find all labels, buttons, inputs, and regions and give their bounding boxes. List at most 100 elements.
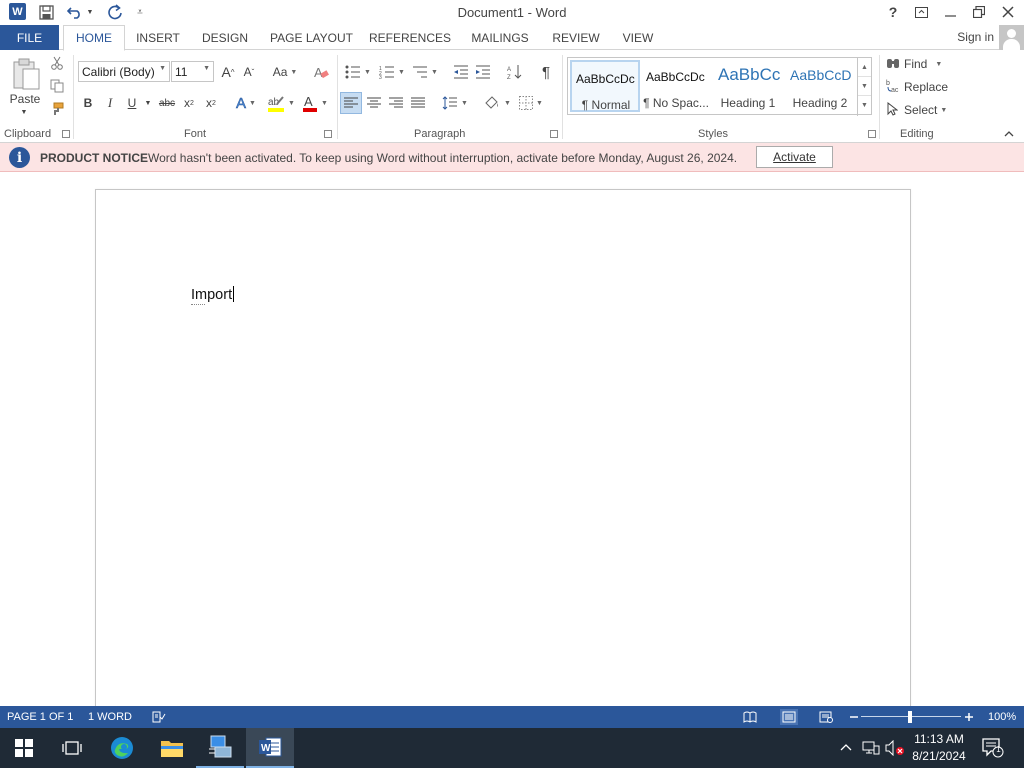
network-app-icon[interactable] [196, 728, 244, 768]
chevron-down-icon[interactable]: ▼ [858, 77, 871, 96]
tab-home[interactable]: HOME [63, 25, 125, 51]
document-body-text[interactable]: Import [191, 286, 235, 303]
underline-dropdown-icon[interactable]: ▼ [143, 94, 153, 112]
bullets-icon[interactable]: ▼ [343, 63, 373, 81]
ribbon-display-options-icon[interactable] [910, 2, 932, 22]
show-formatting-icon[interactable]: ¶ [537, 63, 555, 81]
tab-page-layout[interactable]: PAGE LAYOUT [264, 25, 359, 50]
zoom-out-icon[interactable] [846, 709, 862, 725]
web-layout-icon[interactable] [818, 709, 834, 725]
font-size-box[interactable]: 11 ▼ [171, 61, 214, 82]
zoom-level[interactable]: 100% [988, 711, 1016, 723]
align-right-icon[interactable] [387, 94, 405, 112]
cut-icon[interactable] [49, 55, 65, 71]
style-heading-1[interactable]: AaBbCc Heading 1 [714, 60, 784, 112]
select-button[interactable]: Select ▼ [886, 100, 947, 120]
bold-icon[interactable]: B [81, 94, 95, 112]
start-button[interactable] [0, 728, 48, 768]
redo-icon[interactable] [106, 3, 124, 21]
document-page[interactable]: Import [95, 189, 911, 709]
copy-icon[interactable] [49, 78, 65, 94]
page-count[interactable]: PAGE 1 OF 1 [7, 711, 73, 723]
more-styles-icon[interactable]: ▼ [858, 96, 871, 115]
chevron-up-icon[interactable]: ▲ [858, 58, 871, 77]
proofing-icon[interactable] [151, 709, 167, 725]
justify-icon[interactable] [409, 94, 427, 112]
strikethrough-icon[interactable]: abc [157, 94, 177, 112]
paste-dropdown-icon[interactable]: ▼ [18, 107, 30, 117]
document-area[interactable]: Import [0, 173, 1024, 709]
customize-toolbar-icon[interactable]: ⩡ [131, 3, 149, 21]
style-no-spacing[interactable]: AaBbCcDc ¶ No Spac... [642, 60, 712, 112]
chevron-up-icon[interactable] [840, 740, 852, 755]
tab-insert[interactable]: INSERT [130, 25, 186, 50]
numbering-icon[interactable]: 1 2 3 ▼ [376, 63, 408, 81]
collapse-ribbon-icon[interactable] [1002, 127, 1016, 139]
styles-launcher-icon[interactable] [868, 130, 876, 138]
multilevel-list-icon[interactable]: ▼ [410, 63, 440, 81]
print-layout-icon[interactable] [780, 709, 798, 725]
word-taskbar-icon[interactable]: W [246, 728, 294, 768]
undo-dropdown-icon[interactable]: ▼ [85, 3, 95, 21]
save-icon[interactable] [37, 3, 55, 21]
shading-icon[interactable]: ▼ [481, 94, 513, 112]
increase-indent-icon[interactable] [474, 63, 492, 81]
word-count[interactable]: 1 WORD [88, 711, 132, 723]
tab-design[interactable]: DESIGN [194, 25, 256, 50]
tab-references[interactable]: REFERENCES [366, 25, 454, 50]
font-launcher-icon[interactable] [324, 130, 332, 138]
paste-button[interactable]: Paste [6, 91, 44, 107]
style-heading-2[interactable]: AaBbCcD Heading 2 [786, 60, 856, 112]
volume-muted-icon[interactable] [885, 739, 905, 759]
change-case-button[interactable]: Aa ▼ [270, 63, 300, 81]
paste-icon[interactable] [8, 56, 44, 92]
notifications-icon[interactable]: 1 [982, 738, 1004, 758]
tab-mailings[interactable]: MAILINGS [462, 25, 538, 50]
subscript-icon[interactable]: x2 [180, 94, 198, 112]
avatar[interactable] [999, 25, 1024, 50]
zoom-slider-thumb[interactable] [908, 711, 912, 723]
align-center-icon[interactable] [365, 94, 383, 112]
style-normal[interactable]: AaBbCcDc ¶ Normal [570, 60, 640, 112]
network-icon[interactable] [862, 740, 880, 759]
replace-button[interactable]: b ac Replace [886, 77, 948, 97]
paragraph-launcher-icon[interactable] [550, 130, 558, 138]
file-explorer-icon[interactable] [148, 728, 196, 768]
underline-icon[interactable]: U [125, 94, 139, 112]
read-mode-icon[interactable] [742, 709, 758, 725]
tab-review[interactable]: REVIEW [546, 25, 606, 50]
minimize-icon[interactable] [939, 2, 961, 22]
chevron-down-icon[interactable]: ▼ [159, 65, 166, 72]
superscript-icon[interactable]: x2 [202, 94, 220, 112]
word-app-icon[interactable]: W [9, 3, 26, 20]
sign-in-link[interactable]: Sign in [957, 30, 994, 44]
italic-icon[interactable]: I [103, 94, 117, 112]
clear-formatting-icon[interactable]: A [312, 63, 330, 81]
text-effects-icon[interactable]: A ▼ [232, 94, 260, 112]
activate-button[interactable]: Activate [756, 146, 833, 168]
shrink-font-icon[interactable]: Aˇ [240, 63, 258, 81]
line-spacing-icon[interactable]: ▼ [440, 94, 470, 112]
undo-icon[interactable] [66, 3, 84, 21]
taskbar-clock[interactable]: 11:13 AM 8/21/2024 [905, 731, 973, 765]
edge-browser-icon[interactable] [98, 728, 146, 768]
help-button[interactable]: ? [882, 2, 904, 22]
clipboard-launcher-icon[interactable] [62, 130, 70, 138]
close-icon[interactable] [997, 2, 1019, 22]
borders-icon[interactable]: ▼ [515, 94, 547, 112]
grow-font-icon[interactable]: A ^ [219, 63, 237, 81]
find-button[interactable]: Find ▼ [886, 54, 942, 74]
zoom-in-icon[interactable] [961, 709, 977, 725]
highlight-icon[interactable]: ab ▼ [265, 94, 297, 112]
sort-icon[interactable]: AZ [505, 63, 525, 81]
font-name-box[interactable]: Calibri (Body) ▼ [78, 61, 170, 82]
restore-icon[interactable] [968, 2, 990, 22]
chevron-down-icon[interactable]: ▼ [203, 65, 210, 72]
align-left-icon[interactable] [340, 92, 362, 114]
tab-file[interactable]: FILE [0, 25, 59, 50]
font-color-icon[interactable]: A ▼ [299, 94, 331, 112]
tab-view[interactable]: VIEW [614, 25, 662, 50]
format-painter-icon[interactable] [49, 101, 65, 117]
decrease-indent-icon[interactable] [452, 63, 470, 81]
task-view-icon[interactable] [48, 728, 96, 768]
